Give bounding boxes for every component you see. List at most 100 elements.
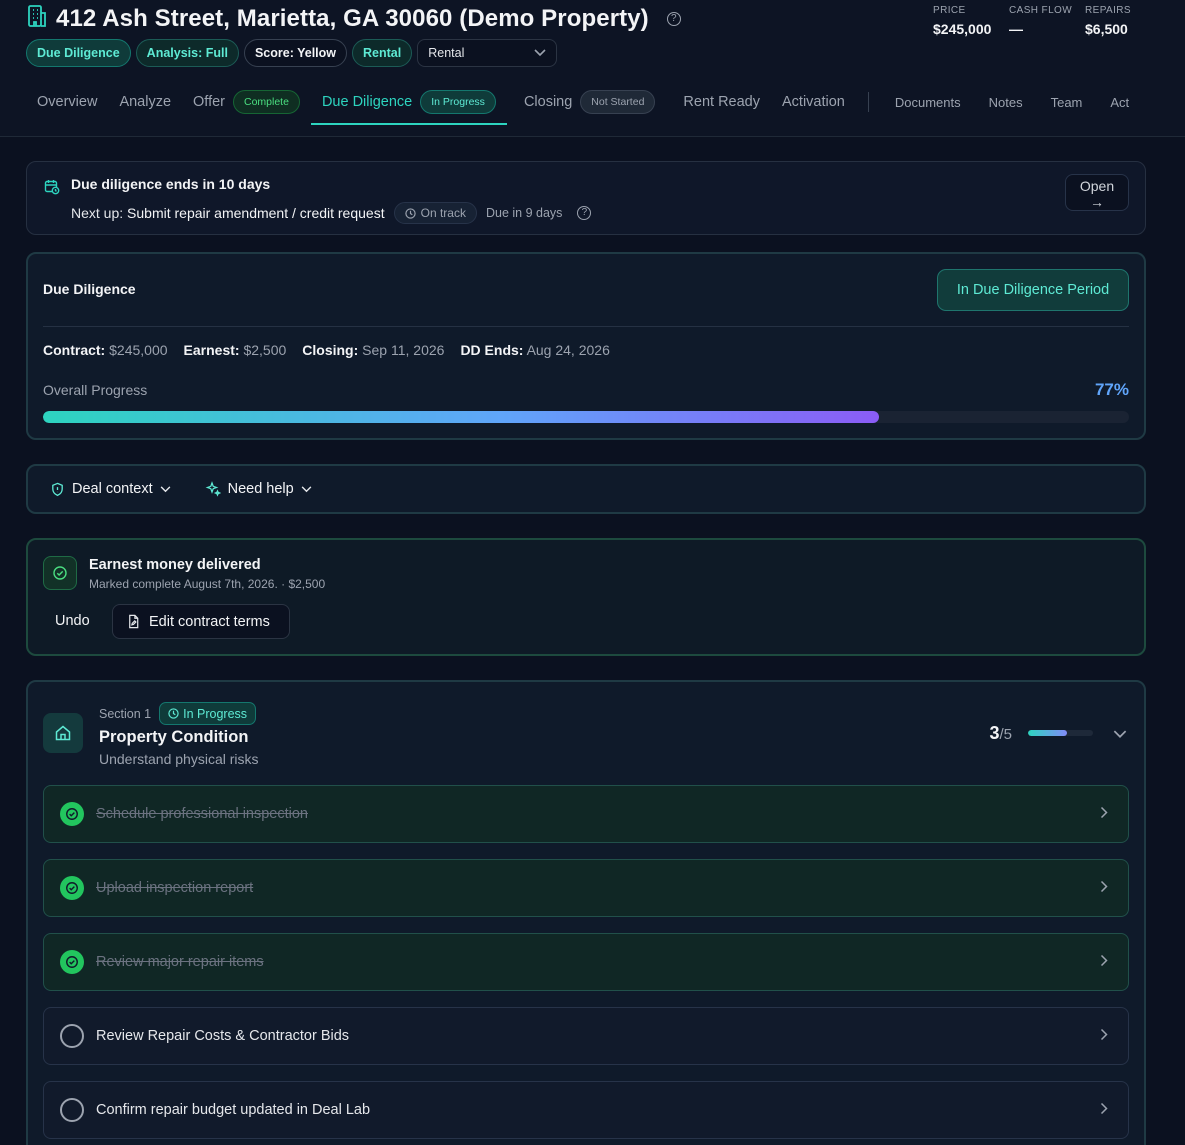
tab-analyze[interactable]: Analyze [108,81,182,123]
next-task: Submit repair amendment / credit request [127,205,385,221]
empty-circle-icon[interactable] [60,1024,84,1048]
cash-flow-stat: CASH FLOW — [1009,5,1072,37]
tab-label: Offer [193,94,225,110]
sparkles-icon [205,481,221,497]
tab-notes[interactable]: Notes [975,81,1037,123]
term-label: Closing: [302,342,359,358]
tab-offer[interactable]: Offer Complete [182,81,311,123]
cash-flow-value: — [1009,21,1023,37]
tab-label: Analyze [119,94,172,110]
help-icon[interactable]: ? [666,11,681,26]
tab-documents[interactable]: Documents [881,81,975,123]
section-progress-bar [1028,730,1093,736]
status-badge: Complete [233,90,300,114]
chevron-down-icon[interactable] [1113,726,1127,744]
next-up-text: Next up: Submit repair amendment / credi… [71,205,385,221]
task-label: Upload inspection report [96,880,254,896]
property-condition-section: Section 1 In Progress Property Condition… [26,680,1146,1145]
tab-activity[interactable]: Act [1096,81,1143,123]
closing-term: Closing: Sep 11, 2026 [302,342,444,358]
term-value: $245,000 [109,342,168,358]
section-number: Section 1 [99,706,152,721]
section-label-row: Section 1 In Progress [99,702,257,725]
open-label: Open [1079,178,1115,194]
repairs-value: $6,500 [1085,21,1128,37]
on-track-text: On track [420,206,466,220]
dd-period-button[interactable]: In Due Diligence Period [937,269,1129,311]
check-circle-icon [43,556,77,590]
on-track-badge: On track [393,202,477,224]
chevron-down-icon [301,485,312,492]
help-icon[interactable]: ? [577,206,592,220]
undo-button[interactable]: Undo [55,613,90,629]
strategy-pill[interactable]: Rental [352,39,413,67]
alert-title: Due diligence ends in 10 days [71,176,271,192]
progress-percent: 77% [1094,380,1129,399]
due-text: Due in 9 days [485,206,563,220]
term-value: Aug 24, 2026 [526,342,610,358]
tab-due-diligence[interactable]: Due Diligence In Progress [310,81,507,125]
tab-closing[interactable]: Closing Not Started [513,81,666,123]
tab-rent-ready[interactable]: Rent Ready [672,81,771,123]
task-item[interactable]: Schedule professional inspection [43,785,1129,843]
calendar-clock-icon [44,179,60,200]
edit-contract-terms-button[interactable]: Edit contract terms [112,604,290,639]
task-item[interactable]: Review Repair Costs & Contractor Bids [43,1007,1129,1065]
task-item[interactable]: Confirm repair budget updated in Deal La… [43,1081,1129,1139]
done-count: 3 [989,723,1000,743]
contract-terms: Contract: $245,000 Earnest: $2,500 Closi… [43,342,610,358]
next-up-prefix: Next up: [71,205,124,221]
price-label: PRICE [933,5,966,16]
contract-term: Contract: $245,000 [43,342,168,358]
chevron-down-icon [534,49,546,57]
chevron-right-icon [1100,806,1108,823]
deal-context-toggle[interactable]: Deal context [50,481,171,497]
tab-label: Due Diligence [321,94,413,110]
page-title: 412 Ash Street, Marietta, GA 30060 (Demo… [56,4,649,32]
price-stat: PRICE $245,000 [933,5,991,37]
task-item[interactable]: Review major repair items [43,933,1129,991]
home-icon [43,713,83,753]
repairs-label: REPAIRS [1085,5,1131,16]
total-count: /5 [999,726,1012,743]
strategy-select-value: Rental [428,46,465,60]
term-value: Sep 11, 2026 [362,342,445,358]
repairs-stat: REPAIRS $6,500 [1085,5,1131,37]
edit-label: Edit contract terms [149,613,270,630]
need-help-toggle[interactable]: Need help [205,481,312,497]
task-label: Confirm repair budget updated in Deal La… [96,1102,371,1118]
chevron-right-icon [1100,880,1108,897]
clock-icon [168,708,179,719]
strategy-select[interactable]: Rental [417,39,558,67]
card-heading: Due Diligence [43,281,136,297]
tab-activation[interactable]: Activation [771,81,856,123]
tab-divider [867,92,869,112]
tab-overview[interactable]: Overview [26,81,108,123]
term-value: $2,500 [243,342,287,358]
dd-ends-term: DD Ends: Aug 24, 2026 [460,342,609,358]
chevron-right-icon [1100,954,1108,971]
due-diligence-card: Due Diligence In Due Diligence Period Co… [26,252,1146,440]
check-circle-icon [60,802,84,826]
chevron-right-icon [1100,1028,1108,1045]
title-row: 412 Ash Street, Marietta, GA 30060 (Demo… [26,4,681,33]
empty-circle-icon[interactable] [60,1098,84,1122]
check-circle-icon [60,950,84,974]
analysis-pill[interactable]: Analysis: Full [135,39,239,67]
tab-label: Activation [782,94,845,110]
task-count: 3/5 [989,723,1012,744]
open-button[interactable]: Open → [1065,174,1129,211]
score-pill[interactable]: Score: Yellow [243,39,348,67]
term-label: Earnest: [183,342,240,358]
context-bar: Deal context Need help [26,464,1146,514]
progress-label: Overall Progress [43,382,148,398]
task-label: Review Repair Costs & Contractor Bids [96,1028,350,1044]
chevron-right-icon [1100,1102,1108,1119]
task-item[interactable]: Upload inspection report [43,859,1129,917]
stage-pill[interactable]: Due Diligence [26,39,131,67]
tab-team[interactable]: Team [1037,81,1097,123]
tab-label: Rent Ready [683,94,760,110]
earnest-term: Earnest: $2,500 [184,342,287,358]
need-help-label: Need help [227,481,294,497]
cash-flow-label: CASH FLOW [1009,5,1073,16]
